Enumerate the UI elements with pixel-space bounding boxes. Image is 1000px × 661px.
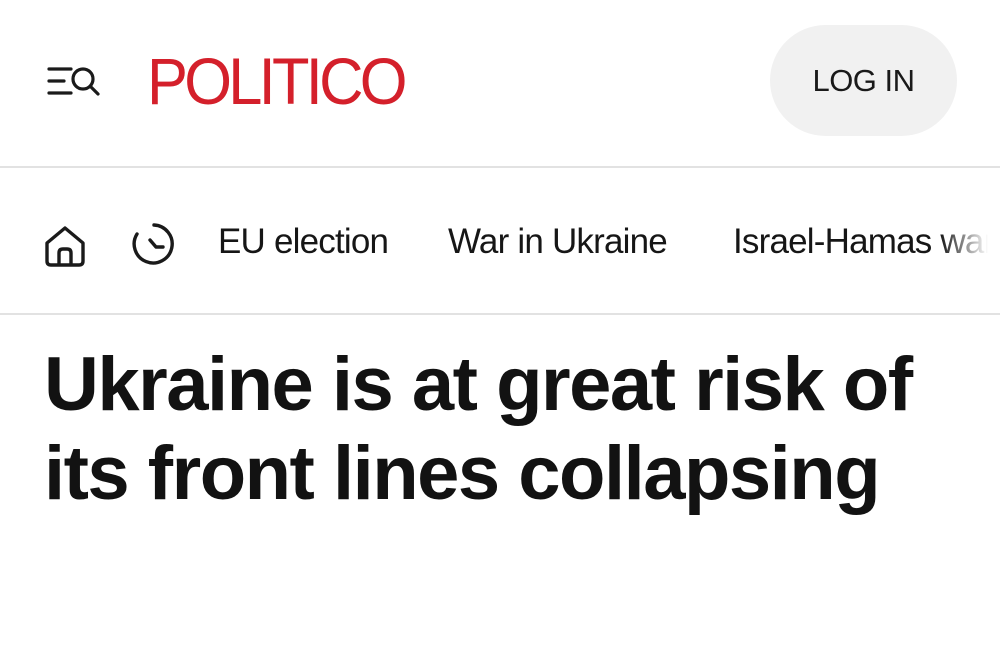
article-headline: Ukraine is at great risk of its front li… bbox=[44, 342, 913, 516]
clock-icon bbox=[132, 223, 174, 265]
nav-home-button[interactable] bbox=[42, 223, 88, 269]
politico-logo[interactable]: POLITICO bbox=[147, 46, 407, 116]
home-icon bbox=[45, 226, 85, 267]
nav-divider bbox=[0, 313, 1000, 315]
nav-link-eu-election[interactable]: EU election bbox=[218, 220, 389, 264]
menu-search-icon bbox=[47, 67, 100, 96]
nav-link-israel-hamas-war[interactable]: Israel-Hamas war bbox=[733, 220, 995, 264]
site-header: POLITICO LOG IN bbox=[0, 0, 1000, 166]
nav-link-war-in-ukraine[interactable]: War in Ukraine bbox=[448, 220, 668, 264]
login-button[interactable]: LOG IN bbox=[770, 25, 957, 136]
menu-search-button[interactable] bbox=[46, 62, 104, 102]
nav-recent-button[interactable] bbox=[130, 220, 178, 268]
topic-nav: EU election War in Ukraine Israel-Hamas … bbox=[0, 168, 1000, 313]
